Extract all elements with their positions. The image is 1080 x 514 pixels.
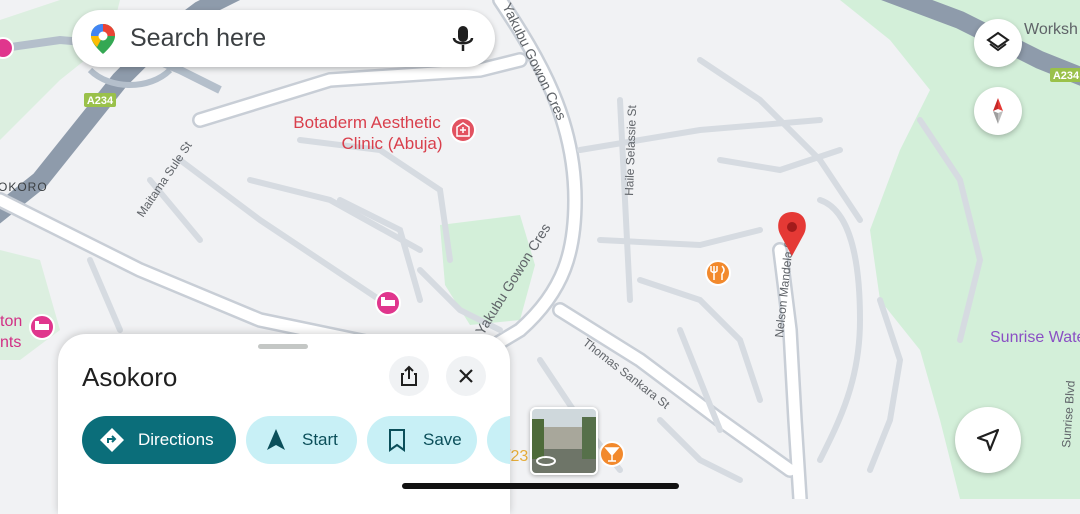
close-icon: [459, 369, 473, 383]
bar-poi-icon[interactable]: [599, 441, 625, 467]
bookmark-icon: [383, 426, 411, 454]
my-location-button[interactable]: [955, 407, 1021, 473]
directions-button[interactable]: Directions: [82, 416, 236, 464]
mic-icon[interactable]: [449, 23, 477, 55]
maps-logo-icon: [91, 23, 115, 54]
share-icon: [401, 365, 417, 386]
drag-handle[interactable]: [258, 344, 308, 349]
directions-label: Directions: [138, 430, 214, 449]
start-button[interactable]: Start: [246, 416, 357, 464]
poi-label: ton: [0, 313, 22, 330]
street-view-thumbnail[interactable]: [530, 407, 598, 475]
area-label: OKORO: [0, 180, 48, 194]
directions-icon: [98, 426, 126, 454]
area-label: Worksh: [1024, 21, 1078, 38]
navigation-arrow-icon: [976, 428, 1000, 452]
search-input[interactable]: Search here: [130, 24, 449, 53]
home-indicator[interactable]: [402, 483, 679, 489]
hotel-poi-icon[interactable]: [375, 290, 401, 316]
compass-button[interactable]: [974, 87, 1022, 135]
navigation-start-icon: [262, 426, 290, 454]
save-label: Save: [423, 430, 462, 449]
partial-chip-icon: [503, 426, 510, 454]
poi-label: Botaderm Aesthetic: [293, 113, 441, 132]
poi-label: Clinic (Abuja): [341, 134, 442, 153]
close-button[interactable]: [446, 356, 486, 396]
compass-icon: [993, 98, 1003, 124]
save-button[interactable]: Save: [367, 416, 477, 464]
road-shield-label: A234: [1053, 70, 1080, 82]
place-title: Asokoro: [82, 362, 178, 392]
street-view-photo: [532, 409, 596, 473]
hotel-poi-icon[interactable]: [29, 314, 55, 340]
layers-button[interactable]: [974, 19, 1022, 67]
more-actions-chip[interactable]: [487, 416, 510, 464]
poi-label: nts: [0, 334, 21, 351]
hospital-poi-icon[interactable]: [450, 117, 476, 143]
restaurant-poi-icon[interactable]: [705, 260, 731, 286]
search-bar[interactable]: Search here: [72, 10, 495, 67]
start-label: Start: [302, 430, 338, 449]
layers-icon: [986, 31, 1010, 52]
share-button[interactable]: [389, 356, 429, 396]
road-shield-label: A234: [87, 95, 114, 107]
area-label: Sunrise Wate: [990, 329, 1080, 346]
hotel-poi-icon[interactable]: [0, 37, 14, 59]
